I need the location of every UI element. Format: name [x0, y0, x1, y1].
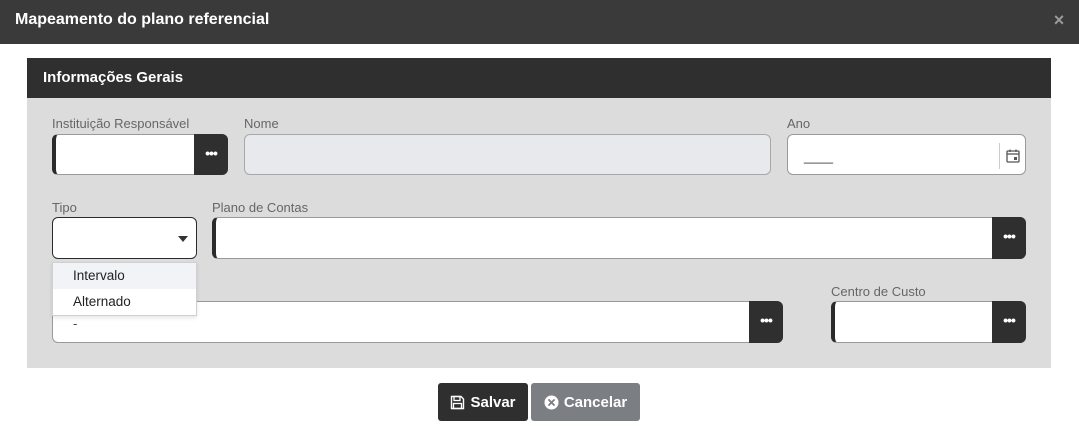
centro-custo-label: Centro de Custo: [831, 284, 926, 299]
cancel-label: Cancelar: [563, 393, 628, 411]
save-icon: [450, 395, 465, 410]
tipo-option-alternado[interactable]: Alternado: [53, 289, 196, 315]
plano-contas-search-button[interactable]: •••: [992, 217, 1026, 259]
ano-date-mask: ____: [804, 149, 833, 164]
instituicao-label: Instituição Responsável: [52, 116, 190, 131]
centro-custo-input[interactable]: •••: [831, 301, 1026, 343]
tipo-dropdown-menu: Intervalo Alternado: [52, 262, 197, 316]
cancel-button[interactable]: Cancelar: [531, 383, 640, 421]
conta-search-button[interactable]: •••: [749, 301, 783, 343]
close-circle-icon: [544, 395, 559, 410]
ano-label: Ano: [787, 116, 811, 131]
save-label: Salvar: [470, 393, 516, 411]
modal-title: Mapeamento do plano referencial: [15, 11, 270, 28]
ano-date-input[interactable]: ____: [787, 134, 1026, 175]
panel-title: Informações Gerais: [43, 69, 184, 86]
tipo-label: Tipo: [52, 200, 77, 215]
instituicao-input[interactable]: •••: [52, 134, 228, 175]
nome-input: [244, 134, 771, 175]
panel-header: Informações Gerais: [27, 58, 1051, 98]
conta-value: -: [73, 316, 78, 331]
nome-label: Nome: [244, 116, 279, 131]
chevron-down-icon: [178, 236, 188, 242]
plano-contas-input[interactable]: •••: [212, 217, 1026, 259]
modal-header: Mapeamento do plano referencial ×: [0, 0, 1079, 44]
centro-custo-search-button[interactable]: •••: [992, 301, 1026, 343]
instituicao-search-button[interactable]: •••: [194, 134, 228, 175]
close-icon[interactable]: ×: [1049, 10, 1069, 30]
tipo-select[interactable]: [52, 217, 197, 259]
tipo-option-intervalo[interactable]: Intervalo: [53, 263, 196, 289]
plano-contas-label: Plano de Contas: [212, 200, 309, 215]
save-button[interactable]: Salvar: [438, 383, 528, 421]
calendar-icon[interactable]: [999, 143, 1025, 169]
